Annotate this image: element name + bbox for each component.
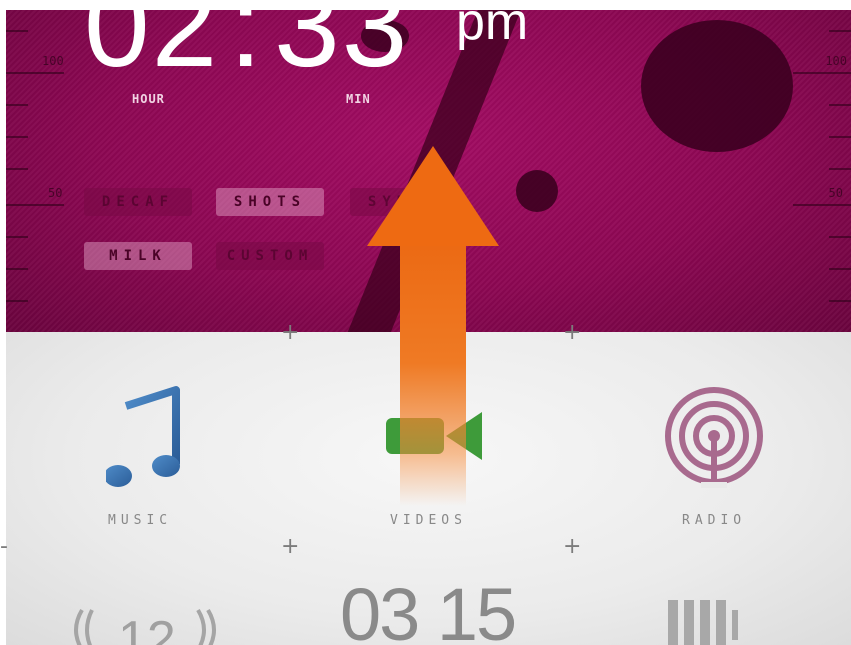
ruler-tick [829, 268, 851, 270]
chip-shots[interactable]: SHOTS [216, 188, 324, 216]
min-label: MIN [346, 92, 371, 106]
screen: 100 50 100 50 02:33 pm HOUR MIN DECAF SH… [0, 0, 851, 645]
ruler-tick [793, 204, 851, 206]
app-music[interactable] [88, 380, 208, 530]
radio-broadcast-icon [665, 387, 763, 488]
right-ruler: 100 50 [791, 10, 851, 332]
ruler-label-50: 50 [48, 186, 63, 200]
ruler-tick [6, 236, 28, 238]
arrow-head [367, 146, 499, 246]
ruler-tick [829, 104, 851, 106]
ruler-label-50: 50 [828, 186, 843, 200]
ruler-tick [6, 72, 64, 74]
grid-plus-marker: - [0, 534, 8, 559]
signal-value: 12 [118, 611, 176, 645]
ruler-tick [793, 72, 851, 74]
left-ruler: 100 50 [6, 10, 66, 332]
ruler-tick [6, 268, 28, 270]
hour-label: HOUR [132, 92, 165, 106]
clock-widget[interactable]: 03 15 [340, 572, 517, 645]
decorative-dial-circle [641, 20, 793, 152]
time-hour: 02 [84, 10, 220, 92]
ruler-tick [6, 136, 28, 138]
grid-plus-marker: + [563, 534, 582, 559]
dial-knob[interactable] [516, 170, 558, 212]
ruler-tick [6, 168, 28, 170]
app-radio[interactable] [655, 380, 775, 530]
ruler-tick [829, 300, 851, 302]
ampm-indicator: pm [456, 10, 529, 51]
clock-minute: 15 [436, 573, 517, 645]
music-note-icon [106, 386, 180, 487]
grid-plus-marker: + [563, 320, 582, 345]
grid-plus-marker: + [281, 320, 300, 345]
ruler-tick [829, 30, 851, 32]
clock-hour: 03 [340, 573, 420, 645]
time-display: 02:33 [84, 10, 409, 94]
time-separator: : [229, 10, 265, 92]
ruler-tick [6, 204, 64, 206]
ruler-tick [6, 300, 28, 302]
ruler-label-100: 100 [825, 54, 847, 68]
chip-milk[interactable]: MILK [84, 242, 192, 270]
ruler-tick [6, 104, 28, 106]
ruler-tick [829, 168, 851, 170]
grid-plus-marker: + [281, 534, 300, 559]
ruler-label-100: 100 [42, 54, 64, 68]
ruler-tick [829, 136, 851, 138]
chip-custom[interactable]: CUSTOM [216, 242, 324, 270]
arrow-shaft [400, 246, 466, 506]
ruler-tick [6, 30, 28, 32]
time-minute: 33 [274, 10, 410, 92]
app-label-videos: VIDEOS [390, 513, 467, 528]
ruler-tick [829, 236, 851, 238]
app-label-music: MUSIC [108, 513, 173, 528]
chip-decaf[interactable]: DECAF [84, 188, 192, 216]
app-label-radio: RADIO [682, 513, 747, 528]
